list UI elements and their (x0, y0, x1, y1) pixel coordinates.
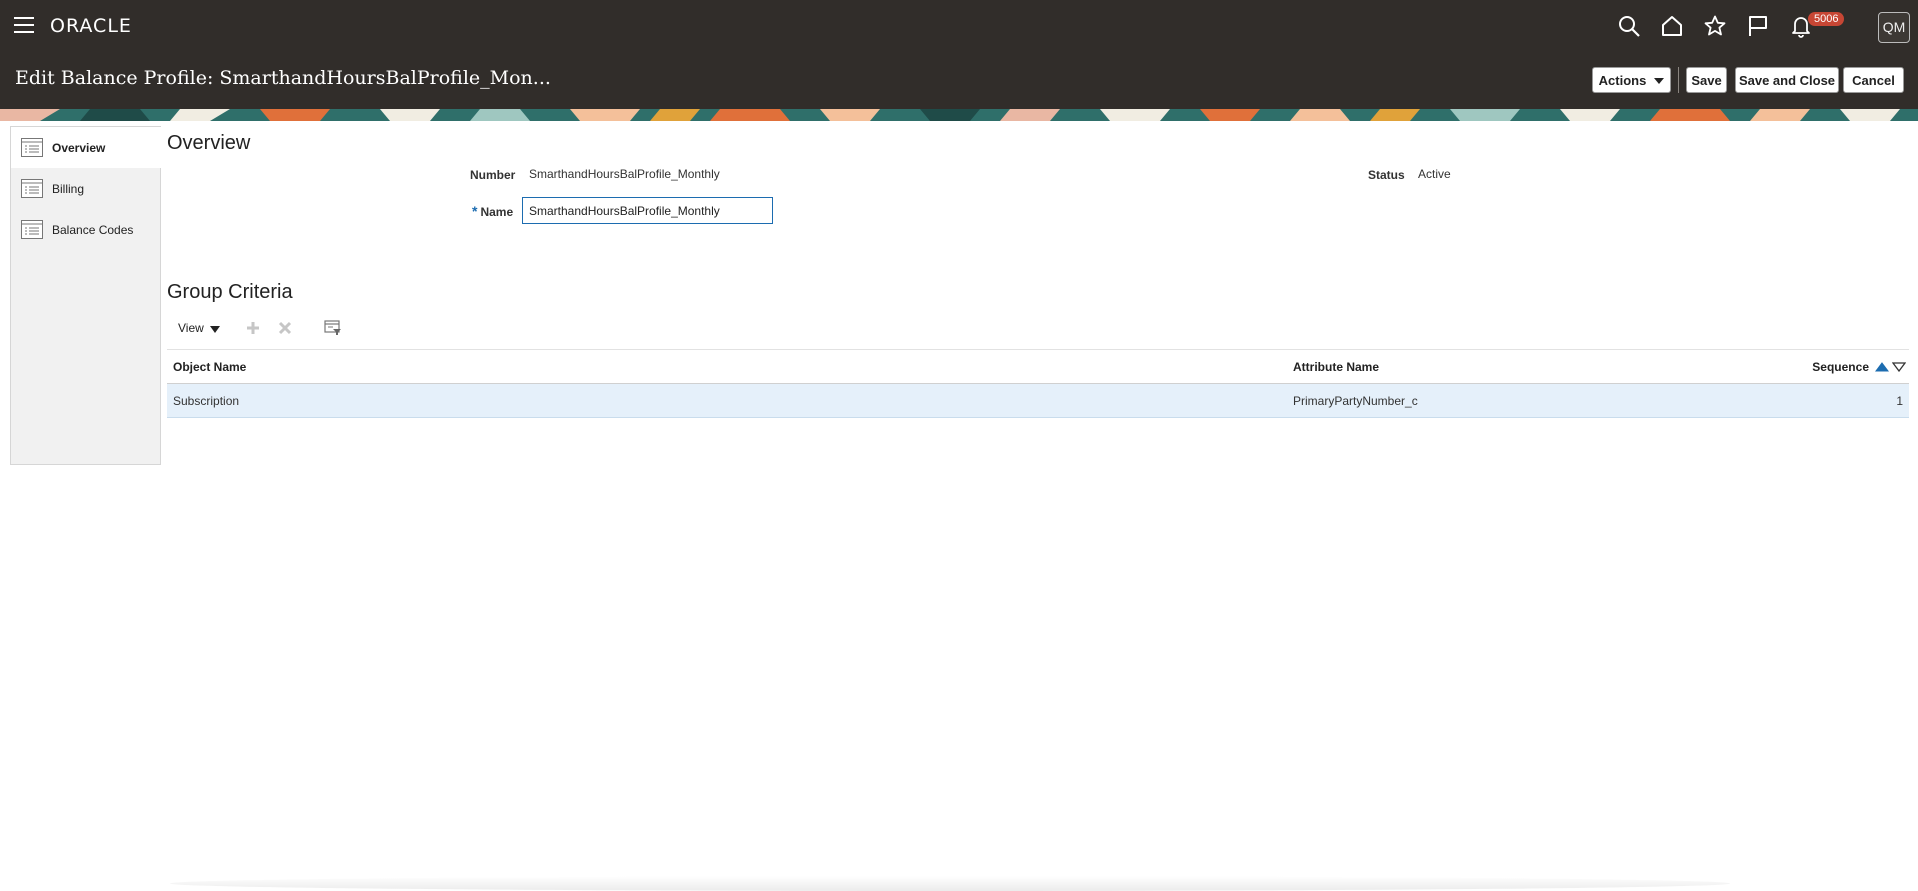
number-value: SmarthandHoursBalProfile_Monthly (529, 167, 720, 181)
side-navigation: Overview Billing Balance Codes (10, 126, 161, 465)
save-button[interactable]: Save (1686, 67, 1727, 93)
overview-section-title: Overview (167, 132, 251, 154)
favorites-star-icon[interactable] (1703, 14, 1727, 38)
name-label: * Name (472, 203, 513, 219)
number-label: Number (470, 168, 516, 182)
list-icon (21, 138, 43, 157)
nav-label-billing: Billing (52, 182, 85, 196)
chevron-down-icon (209, 326, 220, 333)
column-header-attribute-name[interactable]: Attribute Name (1293, 360, 1379, 374)
page-bottom-shadow (170, 876, 1730, 891)
decorative-banner (0, 109, 1918, 121)
column-header-object-name[interactable]: Object Name (173, 360, 246, 374)
toolbar-separator (1678, 67, 1679, 93)
query-by-example-icon[interactable] (324, 320, 342, 336)
sort-controls (1874, 361, 1907, 375)
table-header: Object Name Attribute Name Sequence (167, 349, 1909, 384)
status-label: Status (1368, 168, 1405, 182)
menu-icon[interactable] (14, 17, 34, 33)
group-criteria-table: Object Name Attribute Name Sequence Subs… (167, 349, 1909, 418)
actions-menu-button[interactable]: Actions (1592, 67, 1671, 93)
page-title: Edit Balance Profile: SmarthandHoursBalP… (15, 67, 551, 89)
status-value: Active (1418, 167, 1451, 181)
sort-ascending-icon[interactable] (1874, 362, 1889, 372)
add-icon[interactable] (245, 320, 261, 336)
page-header: Edit Balance Profile: SmarthandHoursBalP… (0, 52, 1918, 109)
view-menu[interactable]: View (178, 321, 220, 335)
list-icon (21, 179, 43, 198)
search-icon[interactable] (1617, 14, 1641, 38)
home-icon[interactable] (1660, 14, 1684, 38)
list-icon (21, 220, 43, 239)
save-and-close-button[interactable]: Save and Close (1735, 67, 1839, 93)
global-header: ORACLE 5006 QM (0, 0, 1918, 52)
name-input[interactable] (522, 197, 773, 224)
notification-count-badge[interactable]: 5006 (1808, 12, 1845, 26)
nav-label-balance-codes: Balance Codes (52, 223, 134, 237)
cell-attribute-name: PrimaryPartyNumber_c (1293, 394, 1418, 408)
column-header-sequence[interactable]: Sequence (1812, 360, 1869, 374)
nav-item-overview[interactable]: Overview (11, 127, 161, 168)
delete-icon[interactable] (277, 320, 293, 336)
sort-descending-icon[interactable] (1891, 362, 1907, 373)
watchlist-flag-icon[interactable] (1746, 14, 1770, 38)
nav-item-balance-codes[interactable]: Balance Codes (11, 209, 160, 250)
actions-label: Actions (1598, 73, 1647, 88)
cell-sequence: 1 (1896, 394, 1903, 408)
table-row[interactable]: Subscription PrimaryPartyNumber_c 1 (167, 384, 1909, 418)
group-criteria-section-title: Group Criteria (167, 281, 293, 303)
required-indicator: * (472, 203, 478, 219)
nav-item-billing[interactable]: Billing (11, 168, 160, 209)
cell-object-name: Subscription (173, 394, 240, 408)
chevron-down-icon (1654, 78, 1665, 84)
oracle-logo[interactable]: ORACLE (50, 15, 132, 37)
nav-label-overview: Overview (52, 141, 106, 155)
name-label-text: Name (480, 205, 514, 219)
user-avatar[interactable]: QM (1878, 12, 1910, 43)
view-menu-label: View (178, 321, 204, 335)
cancel-button[interactable]: Cancel (1843, 67, 1904, 93)
